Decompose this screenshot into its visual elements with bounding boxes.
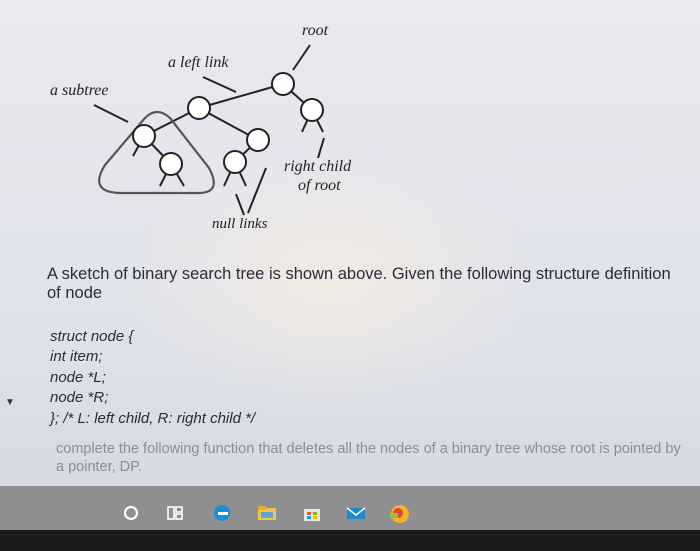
- code-line-1: struct node {: [50, 328, 134, 345]
- of-root-label: of root: [298, 177, 341, 194]
- subtree-label: a subtree: [50, 82, 109, 99]
- task-description: complete the following function that del…: [56, 441, 681, 475]
- collapse-arrow-icon[interactable]: ▼: [5, 397, 15, 408]
- root-node: [271, 72, 295, 96]
- code-line-5: }; /* L: left child, R: right child */: [50, 410, 256, 427]
- subtree-root-node: [132, 124, 156, 148]
- code-line-3: node *L;: [50, 369, 106, 386]
- left-right-node: [246, 128, 270, 152]
- app-icon[interactable]: [389, 504, 409, 523]
- root-label: root: [302, 22, 329, 39]
- bst-diagram: [93, 44, 325, 216]
- question-intro: A sketch of binary search tree is shown …: [47, 265, 671, 302]
- subtree-child-node: [159, 152, 183, 176]
- right-child-label: right child: [284, 158, 352, 175]
- screen: root a left link a subtree right child o…: [0, 0, 700, 486]
- code-line-4: node *R;: [50, 389, 109, 406]
- store-icon[interactable]: [302, 504, 320, 522]
- cortana-icon[interactable]: [122, 504, 140, 522]
- null-parent-node: [223, 150, 247, 174]
- null-links-label: null links: [212, 216, 268, 232]
- monitor-bezel: [0, 530, 700, 551]
- mail-icon[interactable]: [346, 504, 366, 522]
- left-node: [187, 96, 211, 120]
- right-child-node: [300, 98, 324, 122]
- edge-root-left: [198, 83, 284, 109]
- code-line-2: int item;: [50, 348, 103, 365]
- left-link-label: a left link: [168, 54, 229, 71]
- task-view-icon[interactable]: [166, 504, 184, 522]
- edge-icon[interactable]: [212, 504, 230, 522]
- file-explorer-icon[interactable]: [257, 504, 276, 522]
